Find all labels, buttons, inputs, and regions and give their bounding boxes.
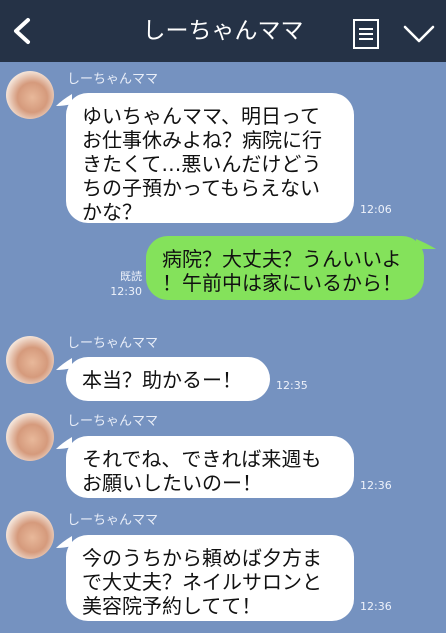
avatar[interactable] [6, 71, 54, 119]
message-text: 病院？大丈夫？うんいいよ ！午前中は家にいるから！ [162, 247, 402, 295]
message-time: 12:06 [360, 203, 392, 216]
chevron-down-icon[interactable] [402, 22, 436, 46]
read-receipt: 既読 [120, 270, 142, 283]
message-bubble[interactable]: ゆいちゃんママ、明日って お仕事休みよね？病院に行 きたくて…悪いんだけどう ち… [66, 93, 354, 224]
message-time: 12:30 [110, 285, 142, 298]
message-text: 本当？助かるー！ [82, 368, 242, 392]
sender-name: しーちゃんママ [67, 72, 159, 87]
message-time: 12:35 [276, 379, 308, 392]
sender-name: しーちゃんママ [67, 414, 159, 429]
message-bubble[interactable]: 病院？大丈夫？うんいいよ ！午前中は家にいるから！ [146, 236, 424, 300]
bubble-tail [416, 239, 436, 249]
message-bubble[interactable]: それでね、できれば来週も お願いしたいのー！ [66, 436, 354, 498]
message-text: 今のうちから頼めば夕方ま で大丈夫？ネイルサロンと 美容院予約してて！ [82, 546, 322, 618]
message-time: 12:36 [360, 479, 392, 492]
sender-name: しーちゃんママ [67, 513, 159, 528]
message-bubble[interactable]: 本当？助かるー！ [66, 357, 270, 401]
message-text: それでね、できれば来週も お願いしたいのー！ [82, 447, 322, 495]
message-time: 12:36 [360, 600, 392, 613]
avatar[interactable] [6, 336, 54, 384]
chat-header: しーちゃんママ [0, 0, 446, 62]
avatar[interactable] [6, 511, 54, 559]
sender-name: しーちゃんママ [67, 336, 159, 351]
avatar[interactable] [6, 413, 54, 461]
message-bubble[interactable]: 今のうちから頼めば夕方ま で大丈夫？ネイルサロンと 美容院予約してて！ [66, 535, 354, 621]
message-text: ゆいちゃんママ、明日って お仕事休みよね？病院に行 きたくて…悪いんだけどう ち… [82, 104, 322, 224]
list-icon[interactable] [352, 18, 380, 50]
